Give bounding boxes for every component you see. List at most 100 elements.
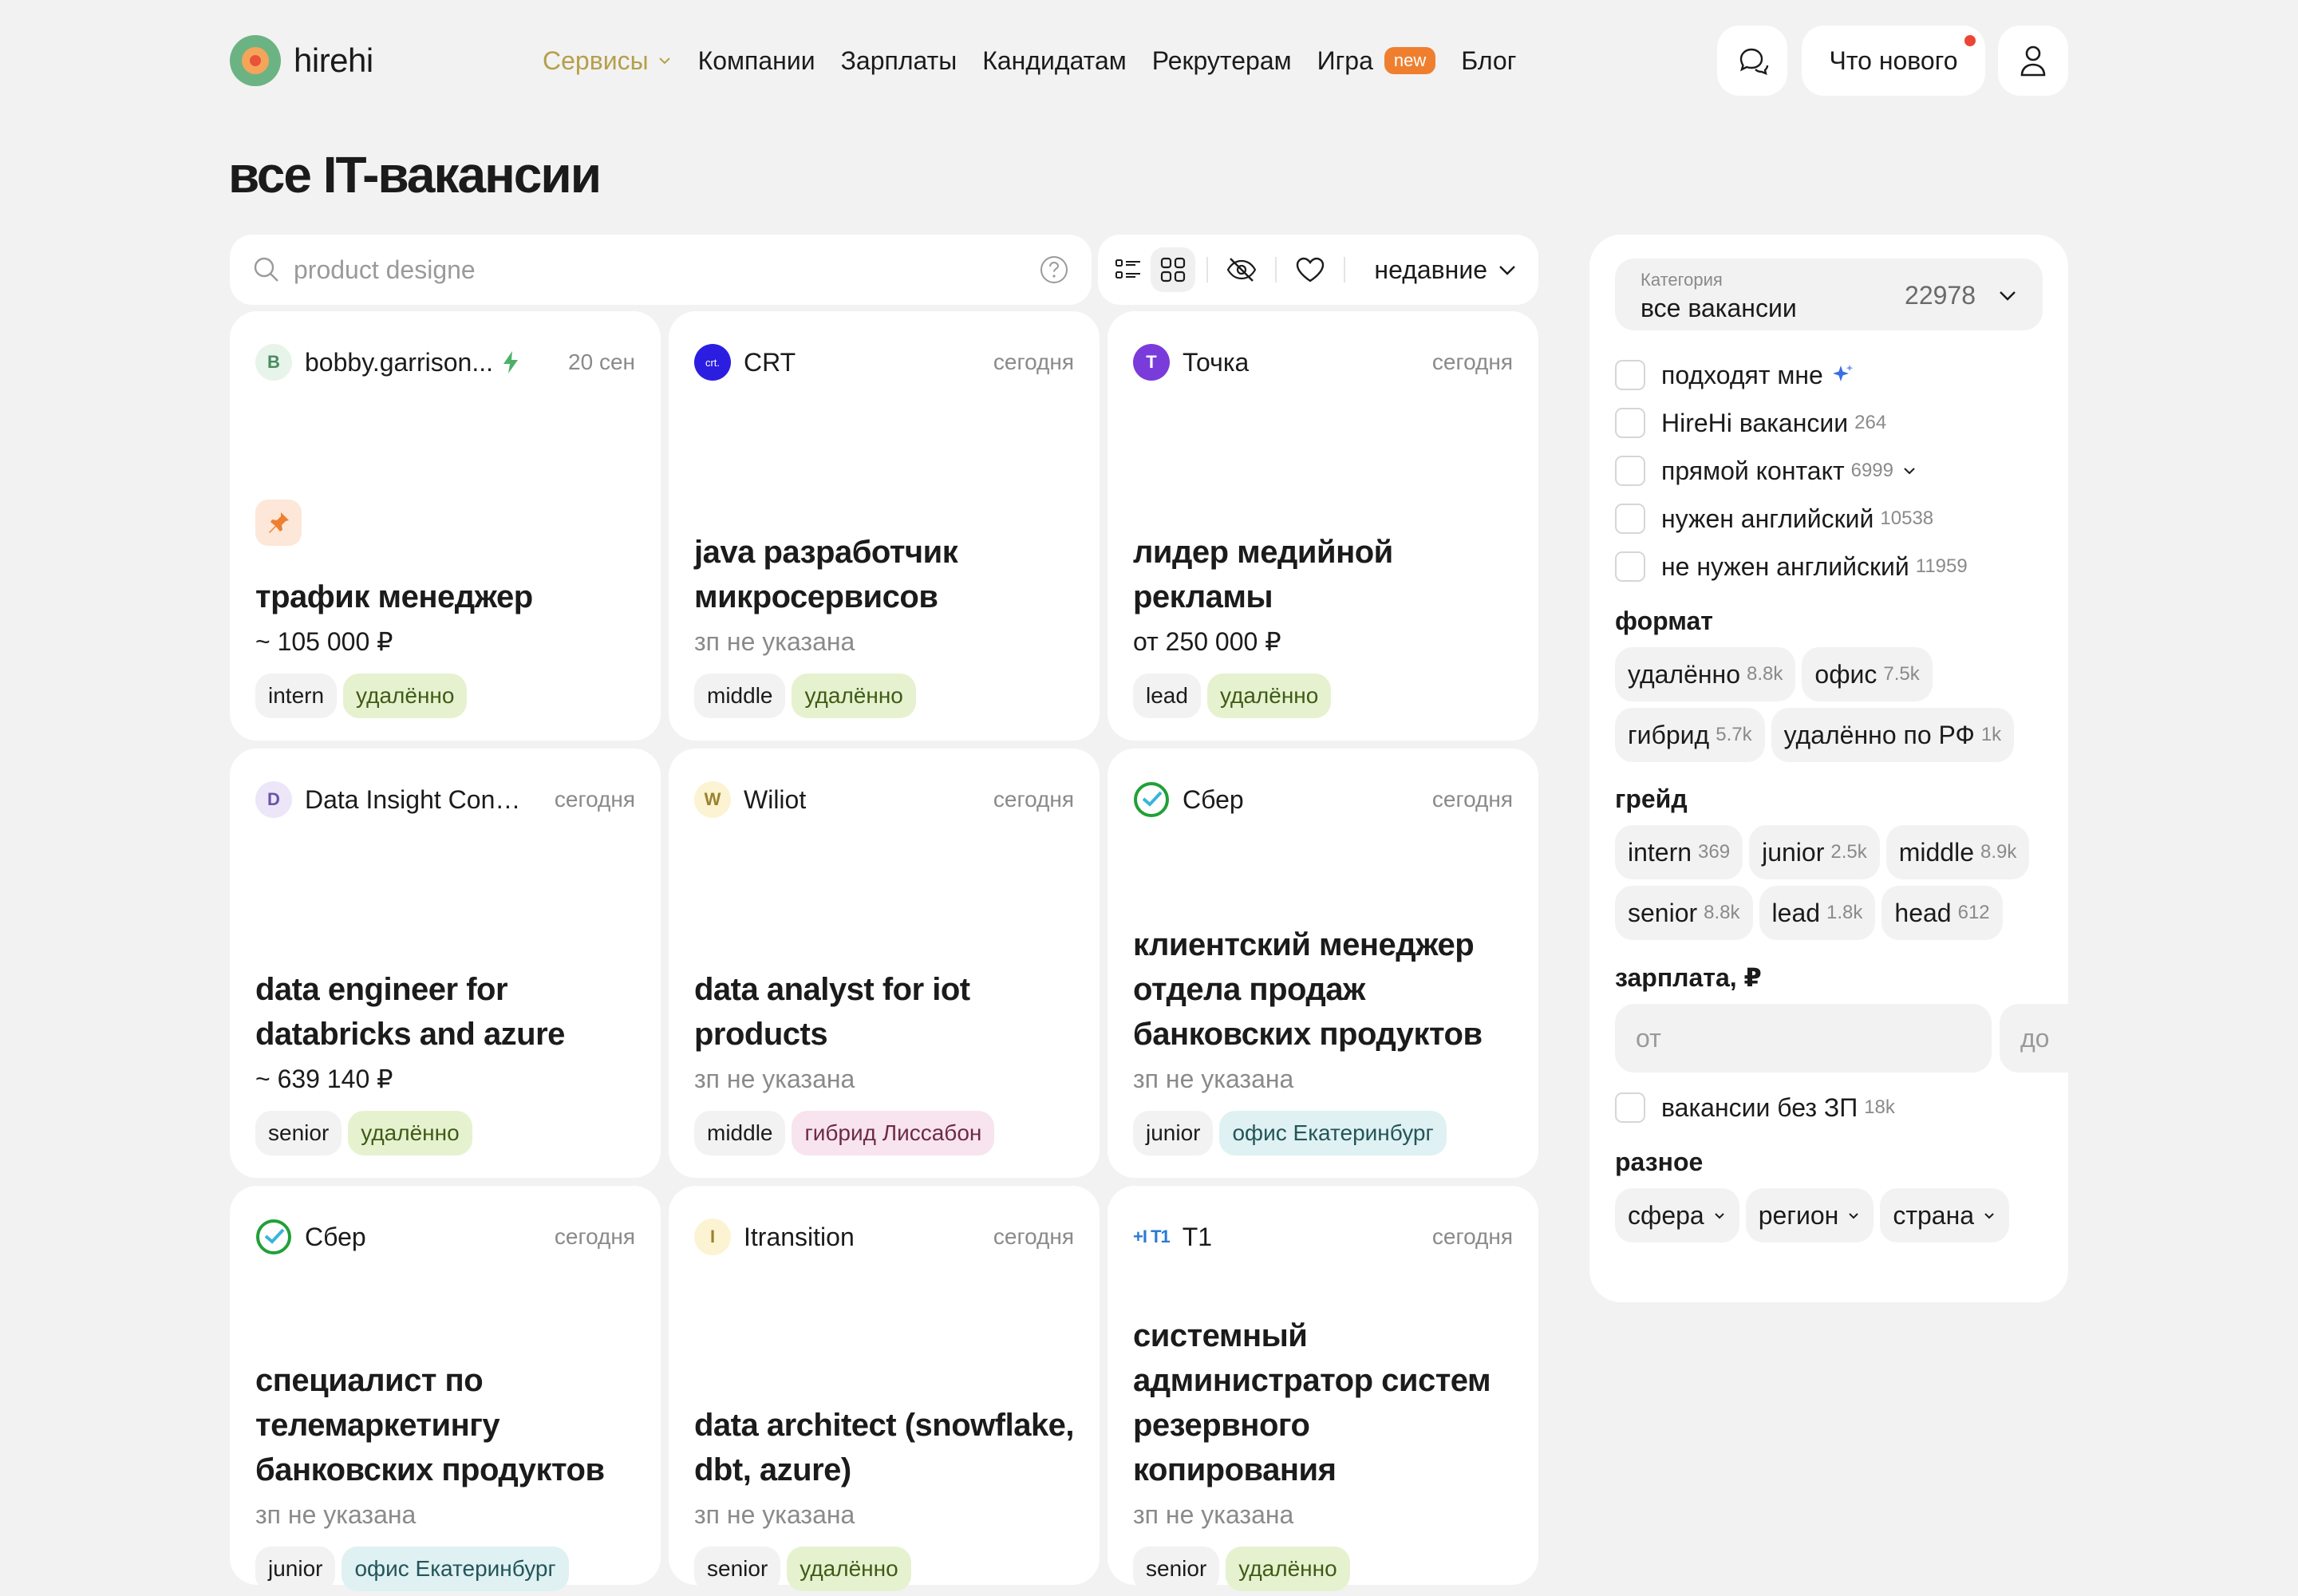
- posted-date: сегодня: [554, 787, 635, 812]
- misc-title: разное: [1615, 1148, 1704, 1176]
- chip-count: 2.5k: [1830, 841, 1867, 863]
- posted-date: 20 сен: [568, 350, 635, 374]
- filter-direct-contact[interactable]: прямой контакт 6999: [1615, 447, 2043, 495]
- chip-count: 8.9k: [1980, 841, 2017, 863]
- vacancy-grid: B bobby.garrison... 20 сен трафик менедж…: [230, 311, 1538, 1591]
- chip-intern[interactable]: intern 369: [1615, 825, 1743, 879]
- posted-date: сегодня: [993, 1224, 1074, 1249]
- vacancy-card[interactable]: D Data Insight Cons... сегодня data engi…: [230, 749, 661, 1178]
- chevron-down-icon: [1715, 1213, 1724, 1219]
- chat-button[interactable]: [1717, 26, 1787, 96]
- nav-item-candidates[interactable]: Кандидатам: [982, 46, 1127, 76]
- salary: зп не указана: [694, 1065, 855, 1093]
- nav-item-label: Сервисы: [543, 45, 649, 75]
- filter-count: 18k: [1864, 1096, 1895, 1118]
- format-tag: офис Екатеринбург: [1219, 1111, 1447, 1156]
- nav-item-blog[interactable]: Блог: [1461, 46, 1516, 76]
- page-title: все IT-вакансии: [228, 146, 602, 203]
- chip-label: сфера: [1628, 1200, 1704, 1230]
- nav-item-companies[interactable]: Компании: [698, 46, 815, 76]
- nav-item-salaries[interactable]: Зарплаты: [841, 46, 958, 76]
- notification-dot: [1964, 35, 1976, 46]
- chip-count: 5.7k: [1716, 724, 1752, 745]
- help-icon[interactable]: [1039, 255, 1069, 285]
- brand-name: hirehi: [294, 41, 373, 79]
- chip-remote[interactable]: удалённо 8.8k: [1615, 647, 1796, 701]
- checkbox[interactable]: [1615, 408, 1645, 438]
- sparkle-icon: [1832, 365, 1854, 381]
- chip-remote-rf[interactable]: удалённо по РФ 1k: [1771, 708, 2015, 762]
- vacancy-card[interactable]: T Точка сегодня лидер медийной рекламы о…: [1108, 311, 1538, 741]
- posted-date: сегодня: [993, 787, 1074, 812]
- favorites-button[interactable]: [1288, 247, 1333, 292]
- chip-label: удалённо по РФ: [1783, 720, 1975, 749]
- nav-item-recruiters[interactable]: Рекрутерам: [1152, 46, 1292, 76]
- vacancy-card[interactable]: Сбер сегодня специалист по телемаркетинг…: [230, 1186, 661, 1591]
- checkbox[interactable]: [1615, 456, 1645, 486]
- chip-label: junior: [1762, 837, 1825, 867]
- job-title: data analyst for iot products: [694, 972, 970, 1052]
- posted-date: сегодня: [993, 350, 1074, 374]
- list-view-button[interactable]: [1106, 247, 1151, 292]
- profile-button[interactable]: [1998, 26, 2068, 96]
- filters-sidebar: Категория все вакансии 22978 подходят мн…: [1589, 235, 2298, 1302]
- chip-senior[interactable]: senior 8.8k: [1615, 886, 1753, 940]
- salary-to-input[interactable]: [2000, 1004, 2298, 1073]
- posted-date: сегодня: [1431, 1224, 1513, 1249]
- chip-junior[interactable]: junior 2.5k: [1749, 825, 1880, 879]
- chip-lead[interactable]: lead 1.8k: [1759, 886, 1876, 940]
- posted-date: сегодня: [1431, 350, 1513, 374]
- chip-hybrid[interactable]: гибрид 5.7k: [1615, 708, 1765, 762]
- company-name: Itransition: [744, 1222, 855, 1251]
- filter-label: HireHi вакансии: [1661, 408, 1849, 437]
- checkbox[interactable]: [1615, 551, 1645, 582]
- chevron-down-icon[interactable]: [1901, 463, 1917, 479]
- brand-logo[interactable]: hirehi: [230, 35, 373, 86]
- chip-office[interactable]: офис 7.5k: [1802, 647, 1933, 701]
- main-nav: Сервисы Компании Зарплаты Кандидатам Рек…: [543, 38, 1542, 83]
- category-value: все вакансии: [1641, 294, 1797, 322]
- grade-title: грейд: [1615, 784, 1688, 813]
- filter-hirehi[interactable]: HireHi вакансии 264: [1615, 399, 2043, 447]
- company-name: Wiliot: [744, 784, 807, 814]
- nav-item-game[interactable]: Игра new: [1317, 46, 1436, 76]
- filter-no-salary[interactable]: вакансии без ЗП 18k: [1615, 1084, 2043, 1132]
- chip-head[interactable]: head 612: [1881, 886, 2003, 940]
- company-name: Точка: [1183, 347, 1250, 377]
- filter-english-required[interactable]: нужен английский 10538: [1615, 495, 2043, 543]
- search-input[interactable]: [294, 255, 1039, 285]
- user-icon: [2020, 45, 2046, 77]
- vacancy-card[interactable]: +I T1 T1 сегодня системный администратор…: [1108, 1186, 1538, 1591]
- search-bar: [230, 235, 1092, 305]
- filter-matches-me[interactable]: подходят мне: [1615, 351, 2043, 399]
- checkbox[interactable]: [1615, 1092, 1645, 1123]
- vacancy-card[interactable]: W Wiliot сегодня data analyst for iot pr…: [669, 749, 1100, 1178]
- nav-item-services[interactable]: Сервисы: [543, 46, 673, 76]
- dropdown-country[interactable]: страна: [1880, 1188, 2010, 1242]
- chevron-down-icon: [1849, 1213, 1859, 1219]
- filter-english-not-required[interactable]: не нужен английский 11959: [1615, 543, 2043, 591]
- chip-label: офис: [1814, 659, 1877, 689]
- job-title: java разработчик микросервисов: [694, 535, 958, 614]
- category-select[interactable]: Категория все вакансии 22978: [1615, 259, 2043, 330]
- company-logo: W: [694, 781, 731, 818]
- job-title: трафик менеджер: [255, 579, 533, 614]
- vacancy-card[interactable]: I Itransition сегодня data architect (sn…: [669, 1186, 1100, 1591]
- chip-label: middle: [1898, 837, 1974, 867]
- chip-middle[interactable]: middle 8.9k: [1885, 825, 2030, 879]
- whats-new-button[interactable]: Что нового: [1802, 26, 1985, 96]
- vacancy-card[interactable]: Сбер сегодня клиентский менеджер отдела …: [1108, 749, 1538, 1178]
- chevron-down-icon: [2000, 291, 2016, 301]
- company-name: Сбер: [1183, 784, 1244, 814]
- dropdown-sphere[interactable]: сфера: [1615, 1188, 1739, 1242]
- vacancy-card[interactable]: crt. CRT сегодня java разработчик микрос…: [669, 311, 1100, 741]
- chip-label: lead: [1771, 898, 1821, 927]
- salary-from-input[interactable]: [1615, 1004, 1992, 1073]
- checkbox[interactable]: [1615, 504, 1645, 534]
- grid-view-button[interactable]: [1151, 247, 1195, 292]
- checkbox[interactable]: [1615, 360, 1645, 390]
- dropdown-region[interactable]: регион: [1745, 1188, 1874, 1242]
- hidden-filter-button[interactable]: [1219, 247, 1264, 292]
- vacancy-card[interactable]: B bobby.garrison... 20 сен трафик менедж…: [230, 311, 661, 741]
- sort-select[interactable]: недавние: [1374, 255, 1530, 285]
